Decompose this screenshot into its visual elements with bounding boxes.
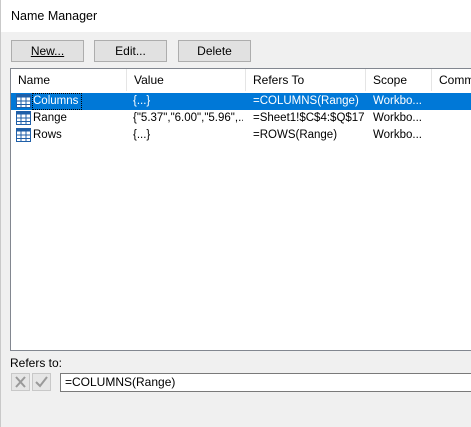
column-header-scope[interactable]: Scope <box>366 69 432 91</box>
new-button-label: New... <box>30 44 65 58</box>
cell-name: Columns <box>33 95 79 107</box>
table-grid-icon <box>16 94 31 108</box>
dialog-title: Name Manager <box>11 9 98 23</box>
cell-scope: Workbo... <box>373 95 422 107</box>
cell-scope: Workbo... <box>373 112 422 124</box>
column-header-name[interactable]: Name <box>11 69 127 91</box>
cancel-edit-button[interactable] <box>11 373 30 391</box>
table-grid-icon <box>16 128 31 142</box>
column-header-refers-to[interactable]: Refers To <box>246 69 366 91</box>
table-row[interactable]: Columns {...} =COLUMNS(Range) Workbo... <box>11 93 471 110</box>
cancel-x-icon <box>15 376 26 388</box>
delete-button[interactable]: Delete <box>178 40 251 62</box>
delete-button-label: Delete <box>197 44 232 58</box>
refers-to-input[interactable]: =COLUMNS(Range) <box>60 373 471 392</box>
edit-button-label: Edit... <box>115 44 146 58</box>
refers-to-label: Refers to: <box>10 356 63 370</box>
column-header-value[interactable]: Value <box>127 69 246 91</box>
table-row[interactable]: Rows {...} =ROWS(Range) Workbo... <box>11 127 471 144</box>
names-list[interactable]: Name Value Refers To Scope Comm Columns … <box>10 68 471 351</box>
cell-value: {...} <box>133 129 151 141</box>
cell-value: {...} <box>133 95 151 107</box>
cell-name: Range <box>33 112 67 124</box>
cell-value: {"5.37","6.00","5.96",... <box>133 112 243 124</box>
checkmark-icon <box>35 376 48 388</box>
cell-refers-to: =COLUMNS(Range) <box>253 95 359 107</box>
cell-scope: Workbo... <box>373 129 422 141</box>
table-grid-icon <box>16 111 31 125</box>
table-row[interactable]: Range {"5.37","6.00","5.96",... =Sheet1!… <box>11 110 471 127</box>
cell-refers-to: =ROWS(Range) <box>253 129 338 141</box>
column-header-comment[interactable]: Comm <box>432 69 471 91</box>
cell-name: Rows <box>33 129 62 141</box>
confirm-edit-button[interactable] <box>32 373 51 391</box>
name-manager-dialog: Name Manager New... Edit... Delete Name … <box>0 0 471 427</box>
cell-refers-to: =Sheet1!$C$4:$Q$17 <box>253 112 365 124</box>
edit-button[interactable]: Edit... <box>94 40 167 62</box>
new-button[interactable]: New... <box>11 40 84 62</box>
title-bar[interactable]: Name Manager <box>1 0 471 32</box>
